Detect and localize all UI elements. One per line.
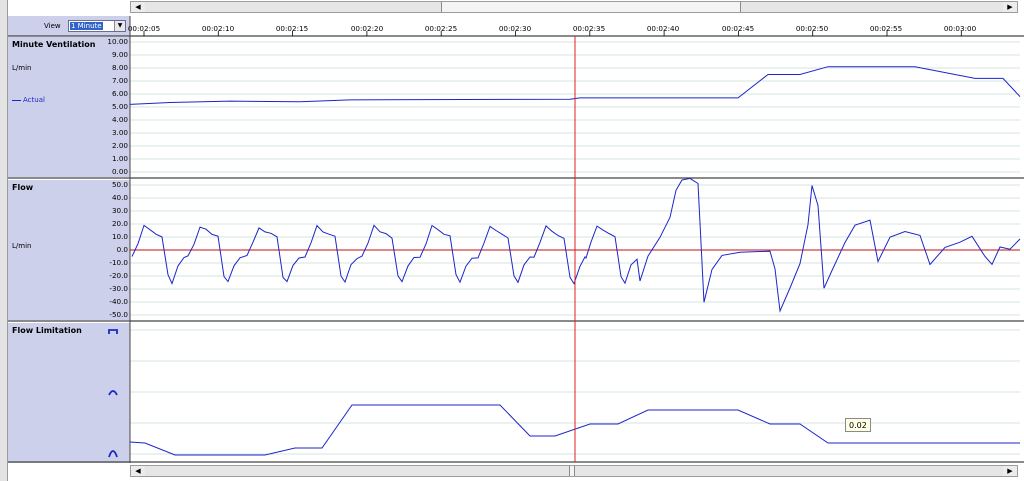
y-tick: 0.0 — [116, 245, 128, 254]
value-tooltip: 0.02 — [845, 418, 871, 432]
bottom-scroll-thumb[interactable] — [569, 466, 575, 476]
y-tick: 4.00 — [111, 115, 128, 124]
flow-limitation-shape-icons — [108, 329, 118, 458]
view-select[interactable]: 1 Minute ▼ — [68, 20, 126, 32]
time-label: 00:02:45 — [721, 24, 755, 33]
scroll-left-icon[interactable]: ◀ — [131, 2, 145, 12]
chevron-down-icon[interactable]: ▼ — [114, 21, 125, 31]
y-tick: -10.0 — [109, 258, 128, 267]
flow-limitation-series — [129, 404, 1020, 456]
time-label: 00:02:15 — [275, 24, 309, 33]
y-tick: -30.0 — [109, 284, 128, 293]
time-label: 00:02:50 — [795, 24, 829, 33]
y-tick: 9.00 — [111, 50, 128, 59]
y-tick: 50.0 — [111, 180, 128, 189]
flow-label-panel: Flow L/min 50.0 40.0 30.0 20.0 10.0 0.0 … — [8, 180, 130, 320]
scroll-right-icon[interactable]: ▶ — [1003, 466, 1017, 476]
y-tick: -50.0 — [109, 310, 128, 319]
y-tick: -40.0 — [109, 297, 128, 306]
flat-breath-icon — [108, 329, 118, 334]
flow-title: Flow — [12, 183, 34, 192]
chart-area — [8, 16, 1024, 463]
y-tick: 30.0 — [111, 206, 128, 215]
minute-ventilation-title: Minute Ventilation — [12, 40, 96, 49]
flow-series — [131, 177, 1021, 313]
y-tick: 8.00 — [111, 63, 128, 72]
legend-actual: Actual — [12, 96, 45, 104]
panel-dividers — [8, 16, 1024, 463]
bottom-scrollbar[interactable]: ◀ ▶ — [130, 465, 1018, 477]
flow-limitation-label-panel: Flow Limitation — [8, 323, 130, 463]
y-tick: 7.00 — [111, 76, 128, 85]
minute-ventilation-unit: L/min — [12, 64, 32, 72]
time-label: 00:02:40 — [646, 24, 680, 33]
legend-actual-label: Actual — [23, 96, 45, 104]
y-tick: 10.0 — [111, 232, 128, 241]
view-selected-value: 1 Minute — [70, 22, 103, 30]
y-tick: 3.00 — [111, 128, 128, 137]
time-label: 00:02:55 — [869, 24, 903, 33]
top-scrollbar[interactable]: ◀ ▶ — [130, 1, 1018, 13]
y-tick: 10.00 — [107, 37, 128, 46]
y-tick: 1.00 — [111, 154, 128, 163]
y-tick: 0.00 — [111, 167, 128, 176]
top-scroll-thumb[interactable] — [441, 2, 741, 12]
y-tick: 2.00 — [111, 141, 128, 150]
mid-limited-breath-icon — [108, 390, 118, 396]
minute-ventilation-series — [129, 66, 1021, 105]
time-label: 00:02:35 — [572, 24, 606, 33]
round-breath-icon — [108, 450, 118, 458]
time-label: 00:02:20 — [350, 24, 384, 33]
time-label: 00:02:10 — [201, 24, 235, 33]
scroll-right-icon[interactable]: ▶ — [1003, 2, 1017, 12]
y-tick: 20.0 — [111, 219, 128, 228]
window-left-edge — [0, 0, 8, 481]
y-tick: 5.00 — [111, 102, 128, 111]
view-label: View — [44, 22, 61, 30]
grid-lines — [130, 41, 1020, 455]
time-label: 00:03:00 — [943, 24, 977, 33]
legend-line-icon — [12, 99, 21, 101]
y-tick: 40.0 — [111, 193, 128, 202]
time-label: 00:02:30 — [498, 24, 532, 33]
y-tick: 6.00 — [111, 89, 128, 98]
minute-ventilation-label-panel: Minute Ventilation L/min Actual 10.00 9.… — [8, 37, 130, 177]
scroll-left-icon[interactable]: ◀ — [131, 466, 145, 476]
time-label: 00:02:05 — [127, 24, 161, 33]
flow-unit: L/min — [12, 242, 32, 250]
y-tick: -20.0 — [109, 271, 128, 280]
time-label: 00:02:25 — [424, 24, 458, 33]
